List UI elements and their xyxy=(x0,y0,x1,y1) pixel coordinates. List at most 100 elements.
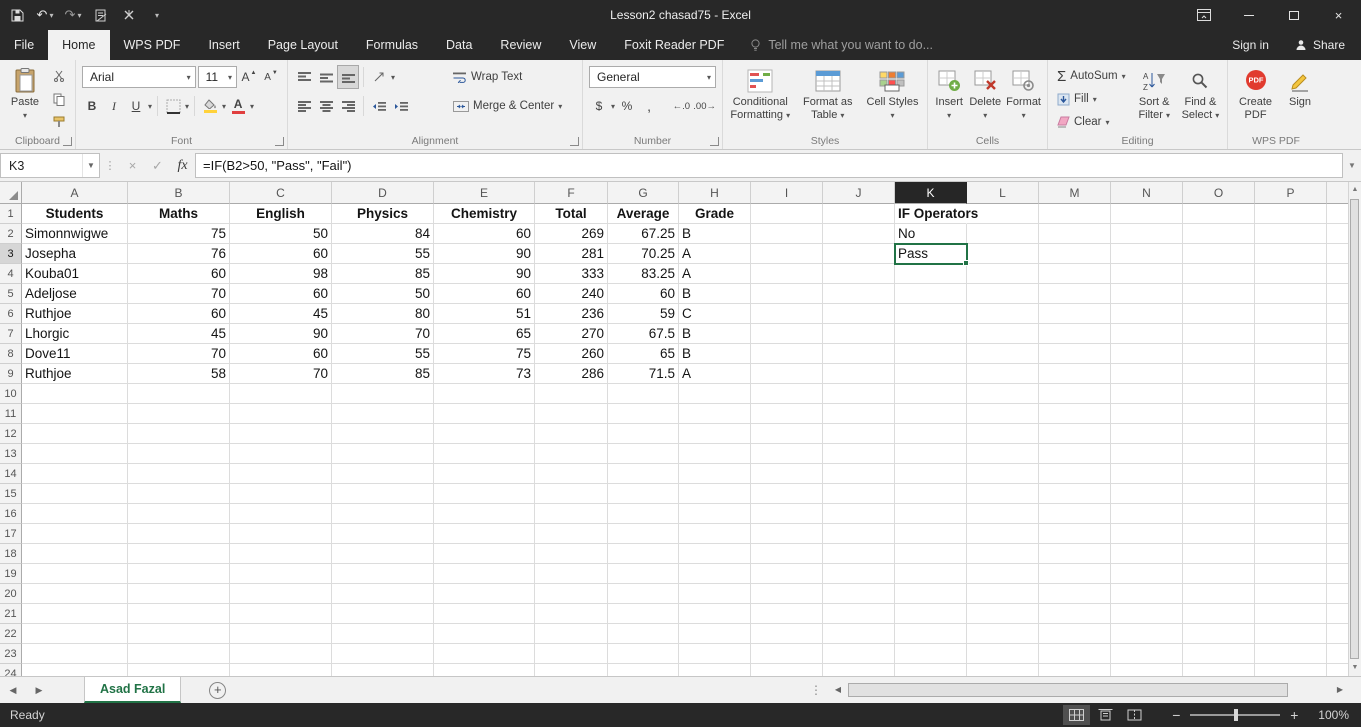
cell-O20[interactable] xyxy=(1183,584,1255,604)
cell-F24[interactable] xyxy=(535,664,608,676)
cell-P15[interactable] xyxy=(1255,484,1327,504)
cell-G5[interactable]: 60 xyxy=(608,284,679,304)
cell-H10[interactable] xyxy=(679,384,751,404)
cell-N5[interactable] xyxy=(1111,284,1183,304)
cell-E11[interactable] xyxy=(434,404,535,424)
cell-M7[interactable] xyxy=(1039,324,1111,344)
cell-C22[interactable] xyxy=(230,624,332,644)
cell-F6[interactable]: 236 xyxy=(535,304,608,324)
close-button[interactable]: × xyxy=(1316,0,1361,30)
cell-B7[interactable]: 45 xyxy=(128,324,230,344)
cell-I10[interactable] xyxy=(751,384,823,404)
undo-button[interactable]: ↶ ▾ xyxy=(36,2,54,28)
cell-K14[interactable] xyxy=(895,464,967,484)
fill-button[interactable]: Fill ▾ xyxy=(1054,88,1129,110)
cell-H6[interactable]: C xyxy=(679,304,751,324)
cell-F2[interactable]: 269 xyxy=(535,224,608,244)
cell-C9[interactable]: 70 xyxy=(230,364,332,384)
cell-J22[interactable] xyxy=(823,624,895,644)
tab-page-layout[interactable]: Page Layout xyxy=(254,30,352,60)
cell-O6[interactable] xyxy=(1183,304,1255,324)
cell-I12[interactable] xyxy=(751,424,823,444)
cell-H17[interactable] xyxy=(679,524,751,544)
cell-J8[interactable] xyxy=(823,344,895,364)
cell-K24[interactable] xyxy=(895,664,967,676)
cell-C23[interactable] xyxy=(230,644,332,664)
cell-K4[interactable] xyxy=(895,264,967,284)
cell-J13[interactable] xyxy=(823,444,895,464)
sign-button[interactable]: Sign xyxy=(1282,65,1318,109)
cell-E3[interactable]: 90 xyxy=(434,244,535,264)
cell-D23[interactable] xyxy=(332,644,434,664)
cell-A2[interactable]: Simonnwigwe xyxy=(22,224,128,244)
cell-B1[interactable]: Maths xyxy=(128,204,230,224)
percent-style-button[interactable]: % xyxy=(617,95,637,117)
cell-D9[interactable]: 85 xyxy=(332,364,434,384)
cell-K15[interactable] xyxy=(895,484,967,504)
cell-E24[interactable] xyxy=(434,664,535,676)
horizontal-scroll-track[interactable] xyxy=(846,682,1332,697)
cell-J15[interactable] xyxy=(823,484,895,504)
cell-H9[interactable]: A xyxy=(679,364,751,384)
cell-B10[interactable] xyxy=(128,384,230,404)
cell-D24[interactable] xyxy=(332,664,434,676)
cell-M5[interactable] xyxy=(1039,284,1111,304)
cell-O12[interactable] xyxy=(1183,424,1255,444)
cell-F11[interactable] xyxy=(535,404,608,424)
column-header-A[interactable]: A xyxy=(22,182,128,204)
cell-A19[interactable] xyxy=(22,564,128,584)
cell-D1[interactable]: Physics xyxy=(332,204,434,224)
cell-O10[interactable] xyxy=(1183,384,1255,404)
cell-H7[interactable]: B xyxy=(679,324,751,344)
cell-G24[interactable] xyxy=(608,664,679,676)
cell-C19[interactable] xyxy=(230,564,332,584)
cell-E18[interactable] xyxy=(434,544,535,564)
cell-C13[interactable] xyxy=(230,444,332,464)
cell-J7[interactable] xyxy=(823,324,895,344)
cell-N7[interactable] xyxy=(1111,324,1183,344)
bold-button[interactable]: B xyxy=(82,95,102,117)
cell-A17[interactable] xyxy=(22,524,128,544)
zoom-slider-thumb[interactable] xyxy=(1234,709,1239,721)
align-middle-button[interactable] xyxy=(316,66,336,88)
cell-C16[interactable] xyxy=(230,504,332,524)
cell-P20[interactable] xyxy=(1255,584,1327,604)
cell-B16[interactable] xyxy=(128,504,230,524)
cell-L21[interactable] xyxy=(967,604,1039,624)
format-as-table-button[interactable]: Format as Table ▾ xyxy=(797,65,860,122)
column-header-H[interactable]: H xyxy=(679,182,751,204)
cell-J5[interactable] xyxy=(823,284,895,304)
cell-D18[interactable] xyxy=(332,544,434,564)
cell-K2[interactable]: No xyxy=(895,224,967,244)
cell-F1[interactable]: Total xyxy=(535,204,608,224)
cell-O21[interactable] xyxy=(1183,604,1255,624)
cell-D15[interactable] xyxy=(332,484,434,504)
cell-G4[interactable]: 83.25 xyxy=(608,264,679,284)
cell-N17[interactable] xyxy=(1111,524,1183,544)
cell-O8[interactable] xyxy=(1183,344,1255,364)
redo-button[interactable]: ↷ ▾ xyxy=(64,2,82,28)
cell-G16[interactable] xyxy=(608,504,679,524)
cell-E22[interactable] xyxy=(434,624,535,644)
tab-bar-splitter[interactable]: ⋮ xyxy=(810,683,822,697)
cell-C15[interactable] xyxy=(230,484,332,504)
column-header-O[interactable]: O xyxy=(1183,182,1255,204)
align-right-button[interactable] xyxy=(338,95,358,117)
cell-O19[interactable] xyxy=(1183,564,1255,584)
cell-A21[interactable] xyxy=(22,604,128,624)
cell-H8[interactable]: B xyxy=(679,344,751,364)
comma-style-button[interactable]: , xyxy=(639,95,659,117)
zoom-out-button[interactable]: − xyxy=(1170,707,1182,723)
cell-N9[interactable] xyxy=(1111,364,1183,384)
row-header-4[interactable]: 4 xyxy=(0,264,22,284)
cell-N1[interactable] xyxy=(1111,204,1183,224)
cell-J2[interactable] xyxy=(823,224,895,244)
cell-O22[interactable] xyxy=(1183,624,1255,644)
cell-A16[interactable] xyxy=(22,504,128,524)
cell-L12[interactable] xyxy=(967,424,1039,444)
cell-M6[interactable] xyxy=(1039,304,1111,324)
cell-M12[interactable] xyxy=(1039,424,1111,444)
cell-A8[interactable]: Dove11 xyxy=(22,344,128,364)
cell-K19[interactable] xyxy=(895,564,967,584)
cell-P23[interactable] xyxy=(1255,644,1327,664)
